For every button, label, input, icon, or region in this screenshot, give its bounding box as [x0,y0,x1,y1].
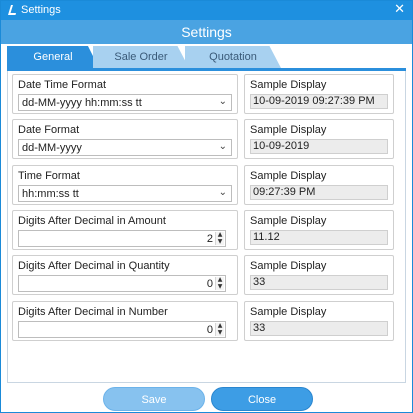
amount-digits-stepper[interactable]: 2 ▲ ▼ [18,230,226,247]
tab-sale-order[interactable]: Sale Order [93,46,189,68]
spin-down-icon[interactable]: ▼ [216,284,224,290]
quantity-digits-label: Digits After Decimal in Quantity [18,260,170,272]
date-format-select[interactable]: dd-MM-yyyy ⌄ [18,139,232,156]
tab-quotation[interactable]: Quotation [185,46,281,68]
spinner: ▲ ▼ [215,232,224,245]
amount-sample-value: 11.12 [250,230,388,245]
date-format-label: Date Format [18,124,80,136]
spin-down-icon[interactable]: ▼ [216,330,224,336]
datetime-sample-label: Sample Display [250,79,327,91]
amount-sample-label: Sample Display [250,215,327,227]
tab-strip: General Quotation Sale Order [1,44,412,68]
settings-window: Settings ✕ Settings General Quotation Sa… [0,0,413,413]
quantity-sample-value: 33 [250,275,388,290]
save-button[interactable]: Save [103,387,205,411]
number-digits-label: Digits After Decimal in Number [18,306,168,318]
number-digits-stepper[interactable]: 0 ▲ ▼ [18,321,226,338]
number-sample-label: Sample Display [250,306,327,318]
quantity-digits-value: 0 [206,278,213,290]
datetime-format-group: Date Time Format dd-MM-yyyy hh:mm:ss tt … [12,74,238,114]
time-format-select[interactable]: hh:mm:ss tt ⌄ [18,185,232,202]
number-sample-group: Sample Display 33 [244,301,394,341]
spinner: ▲ ▼ [215,323,224,336]
datetime-sample-group: Sample Display 10-09-2019 09:27:39 PM [244,74,394,114]
window-title: Settings [21,4,61,16]
chevron-down-icon[interactable]: ⌄ [219,187,227,198]
close-button[interactable]: Close [211,387,313,411]
number-digits-group: Digits After Decimal in Number 0 ▲ ▼ [12,301,238,341]
datetime-format-label: Date Time Format [18,79,107,91]
time-sample-group: Sample Display 09:27:39 PM [244,165,394,205]
quantity-sample-label: Sample Display [250,260,327,272]
amount-digits-value: 2 [206,233,213,245]
date-format-value: dd-MM-yyyy [22,142,82,154]
spinner: ▲ ▼ [215,277,224,290]
title-bar[interactable]: Settings ✕ [1,1,412,20]
datetime-format-select[interactable]: dd-MM-yyyy hh:mm:ss tt ⌄ [18,94,232,111]
amount-digits-group: Digits After Decimal in Amount 2 ▲ ▼ [12,210,238,250]
tab-general[interactable]: General [7,46,99,68]
page-title: Settings [1,20,412,44]
date-format-group: Date Format dd-MM-yyyy ⌄ [12,119,238,159]
number-sample-value: 33 [250,321,388,336]
window-close-icon[interactable]: ✕ [394,2,405,18]
time-sample-label: Sample Display [250,170,327,182]
amount-digits-label: Digits After Decimal in Amount [18,215,166,227]
time-format-group: Time Format hh:mm:ss tt ⌄ [12,165,238,205]
app-logo-icon [5,3,18,17]
spin-down-icon[interactable]: ▼ [216,239,224,245]
time-format-value: hh:mm:ss tt [22,188,79,200]
time-sample-value: 09:27:39 PM [250,185,388,200]
general-panel: Date Time Format dd-MM-yyyy hh:mm:ss tt … [7,71,406,383]
datetime-sample-value: 10-09-2019 09:27:39 PM [250,94,388,109]
time-format-label: Time Format [18,170,80,182]
datetime-format-value: dd-MM-yyyy hh:mm:ss tt [22,97,142,109]
amount-sample-group: Sample Display 11.12 [244,210,394,250]
date-sample-label: Sample Display [250,124,327,136]
chevron-down-icon[interactable]: ⌄ [219,96,227,107]
quantity-sample-group: Sample Display 33 [244,255,394,295]
number-digits-value: 0 [206,324,213,336]
date-sample-group: Sample Display 10-09-2019 [244,119,394,159]
quantity-digits-stepper[interactable]: 0 ▲ ▼ [18,275,226,292]
date-sample-value: 10-09-2019 [250,139,388,154]
quantity-digits-group: Digits After Decimal in Quantity 0 ▲ ▼ [12,255,238,295]
chevron-down-icon[interactable]: ⌄ [219,141,227,152]
